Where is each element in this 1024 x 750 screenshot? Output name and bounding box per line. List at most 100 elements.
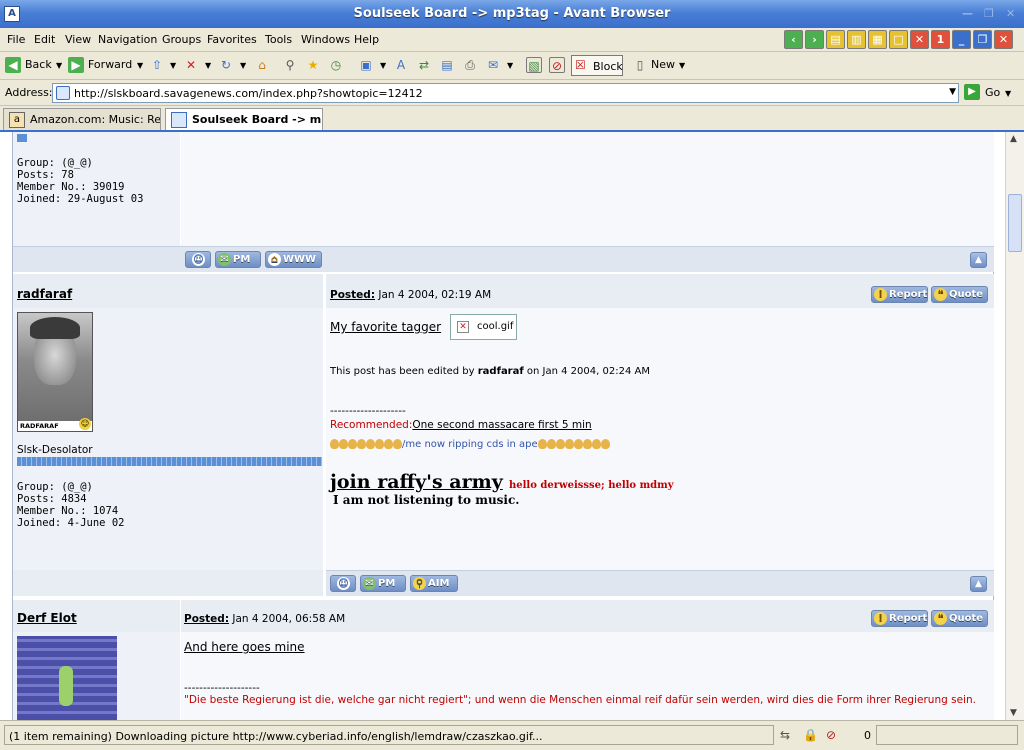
post2-quote-button[interactable]: ❝ Quote bbox=[931, 286, 988, 303]
refresh-dropdown-icon[interactable]: ▼ bbox=[240, 61, 246, 70]
post2-pm-button[interactable]: ✉ PM bbox=[360, 575, 406, 592]
post1-top-button[interactable]: ▲ bbox=[970, 252, 987, 268]
scroll-down-icon[interactable]: ▼ bbox=[1010, 708, 1017, 718]
popup-blocked-icon[interactable]: ⊘ bbox=[826, 728, 836, 742]
tile-icon[interactable]: □ bbox=[889, 30, 908, 49]
home-icon[interactable]: ⌂ bbox=[254, 57, 270, 73]
post1-www-button[interactable]: ⌂ WWW bbox=[265, 251, 322, 268]
quote-label: Quote bbox=[949, 613, 984, 624]
mail-icon[interactable]: ✉ bbox=[485, 57, 501, 73]
recommended-link[interactable]: One second massacare first 5 min bbox=[412, 419, 591, 431]
scroll-thumb[interactable] bbox=[1008, 194, 1022, 252]
menu-file[interactable]: File bbox=[7, 33, 25, 46]
address-input[interactable]: http://slskboard.savagenews.com/index.ph… bbox=[52, 83, 959, 103]
post3-quote-button[interactable]: ❝ Quote bbox=[931, 610, 988, 627]
menu-favorites[interactable]: Favorites bbox=[207, 33, 257, 46]
search-icon[interactable]: ⚲ bbox=[282, 57, 298, 73]
forward-dropdown-icon[interactable]: ▼ bbox=[137, 61, 143, 70]
broken-image-name: cool.gif bbox=[477, 321, 514, 332]
menu-view[interactable]: View bbox=[65, 33, 91, 46]
tile-vertical-icon[interactable]: ▦ bbox=[868, 30, 887, 49]
close-all-icon[interactable]: ✕ bbox=[910, 30, 929, 49]
doc-close-icon[interactable]: ✕ bbox=[994, 30, 1013, 49]
refresh-icon[interactable]: ↻ bbox=[218, 57, 234, 73]
post2-profile-button[interactable]: ☺ bbox=[330, 575, 356, 592]
menu-tools[interactable]: Tools bbox=[265, 33, 292, 46]
minimize-icon[interactable]: — bbox=[962, 7, 973, 20]
pm-icon: ✉ bbox=[363, 577, 376, 590]
stop-icon[interactable]: ✕ bbox=[183, 57, 199, 73]
post2-report-button[interactable]: ! Report bbox=[871, 286, 928, 303]
back-arrow-icon[interactable]: ◀ bbox=[5, 57, 21, 73]
cascade-icon[interactable]: ▤ bbox=[826, 30, 845, 49]
stop-dropdown-icon[interactable]: ▼ bbox=[205, 61, 211, 70]
smiley-row-left-icon bbox=[330, 439, 402, 450]
post2-top-button[interactable]: ▲ bbox=[970, 576, 987, 592]
avatar-hair bbox=[30, 317, 80, 339]
doc-restore-icon[interactable]: ❐ bbox=[973, 30, 992, 49]
block-button[interactable]: ☒ Block bbox=[571, 55, 623, 76]
popup-block-icon[interactable]: ⊘ bbox=[549, 57, 565, 73]
go-dropdown-icon[interactable]: ▼ bbox=[1005, 89, 1011, 98]
menu-navigation[interactable]: Navigation bbox=[98, 33, 157, 46]
post3-report-button[interactable]: ! Report bbox=[871, 610, 928, 627]
address-dropdown-icon[interactable]: ▼ bbox=[949, 87, 956, 97]
tab-amazon[interactable]: a Amazon.com: Music: Re... bbox=[3, 108, 161, 130]
vertical-scrollbar[interactable]: ▲ ▼ bbox=[1005, 132, 1024, 720]
favorites-star-icon[interactable]: ★ bbox=[305, 57, 321, 73]
font-size-icon[interactable]: A bbox=[393, 57, 409, 73]
back-button[interactable]: Back bbox=[25, 58, 52, 71]
post1-pm-button[interactable]: ✉ PM bbox=[215, 251, 261, 268]
status-text: (1 item remaining) Downloading picture h… bbox=[4, 725, 774, 745]
post1-footer-bar bbox=[13, 246, 994, 272]
forward-button[interactable]: Forward bbox=[88, 58, 132, 71]
quote-label: Quote bbox=[949, 289, 984, 300]
post2-body-link[interactable]: My favorite tagger bbox=[330, 320, 441, 334]
menu-bar: File Edit View Navigation Groups Favorit… bbox=[0, 28, 1024, 52]
menu-edit[interactable]: Edit bbox=[34, 33, 55, 46]
edit-icon[interactable]: ▤ bbox=[439, 57, 455, 73]
new-dropdown-icon[interactable]: ▼ bbox=[679, 61, 685, 70]
pm-label: PM bbox=[378, 578, 396, 589]
address-bar: Address: http://slskboard.savagenews.com… bbox=[0, 80, 1024, 106]
menu-help[interactable]: Help bbox=[354, 33, 379, 46]
tab-soulseek[interactable]: Soulseek Board -> mp... bbox=[165, 108, 323, 130]
quote-icon: ❝ bbox=[934, 288, 947, 301]
page-content: Group: (@_@) Posts: 78 Member No.: 39019… bbox=[0, 132, 1005, 720]
prev-window-icon[interactable]: ‹ bbox=[784, 30, 803, 49]
menu-windows[interactable]: Windows bbox=[301, 33, 350, 46]
go-arrow-icon[interactable]: ▶ bbox=[964, 84, 980, 100]
post2-aim-button[interactable]: ⚲ AIM bbox=[410, 575, 458, 592]
up-dropdown-icon[interactable]: ▼ bbox=[170, 61, 176, 70]
window-count-icon[interactable]: 1 bbox=[931, 30, 950, 49]
profile-icon: ☺ bbox=[337, 577, 350, 590]
translate-icon[interactable]: ⇄ bbox=[416, 57, 432, 73]
menu-groups[interactable]: Groups bbox=[162, 33, 201, 46]
window-dropdown-icon[interactable]: ▼ bbox=[380, 61, 386, 70]
doc-minimize-icon[interactable]: _ bbox=[952, 30, 971, 49]
tile-horizontal-icon[interactable]: ▥ bbox=[847, 30, 866, 49]
posted-date: Jan 4 2004, 06:58 AM bbox=[232, 613, 346, 625]
maximize-icon[interactable]: ❐ bbox=[984, 7, 994, 20]
window-icon[interactable]: ▣ bbox=[358, 57, 374, 73]
next-window-icon[interactable]: › bbox=[805, 30, 824, 49]
post1-profile-button[interactable]: ☺ bbox=[185, 251, 211, 268]
back-dropdown-icon[interactable]: ▼ bbox=[56, 61, 62, 70]
new-page-icon[interactable]: ▯ bbox=[632, 57, 648, 73]
posted-date: Jan 4 2004, 02:19 AM bbox=[378, 289, 492, 301]
arrow-up-icon: ▲ bbox=[975, 255, 982, 265]
new-button[interactable]: New bbox=[651, 58, 675, 71]
history-icon[interactable]: ◷ bbox=[328, 57, 344, 73]
image-toggle-icon[interactable]: ▧ bbox=[526, 57, 542, 73]
scroll-up-icon[interactable]: ▲ bbox=[1010, 134, 1017, 144]
tab-bar: a Amazon.com: Music: Re... Soulseek Boar… bbox=[0, 106, 1024, 132]
up-icon[interactable]: ⇧ bbox=[149, 57, 165, 73]
post2-author-name[interactable]: radfaraf bbox=[17, 287, 72, 301]
print-icon[interactable]: ⎙ bbox=[462, 57, 478, 73]
post3-author-name[interactable]: Derf Elot bbox=[17, 611, 77, 625]
mail-dropdown-icon[interactable]: ▼ bbox=[507, 61, 513, 70]
close-icon[interactable]: ✕ bbox=[1006, 7, 1015, 20]
forward-arrow-icon[interactable]: ▶ bbox=[68, 57, 84, 73]
go-button[interactable]: Go bbox=[985, 86, 1000, 99]
post3-body-link[interactable]: And here goes mine bbox=[184, 640, 305, 654]
